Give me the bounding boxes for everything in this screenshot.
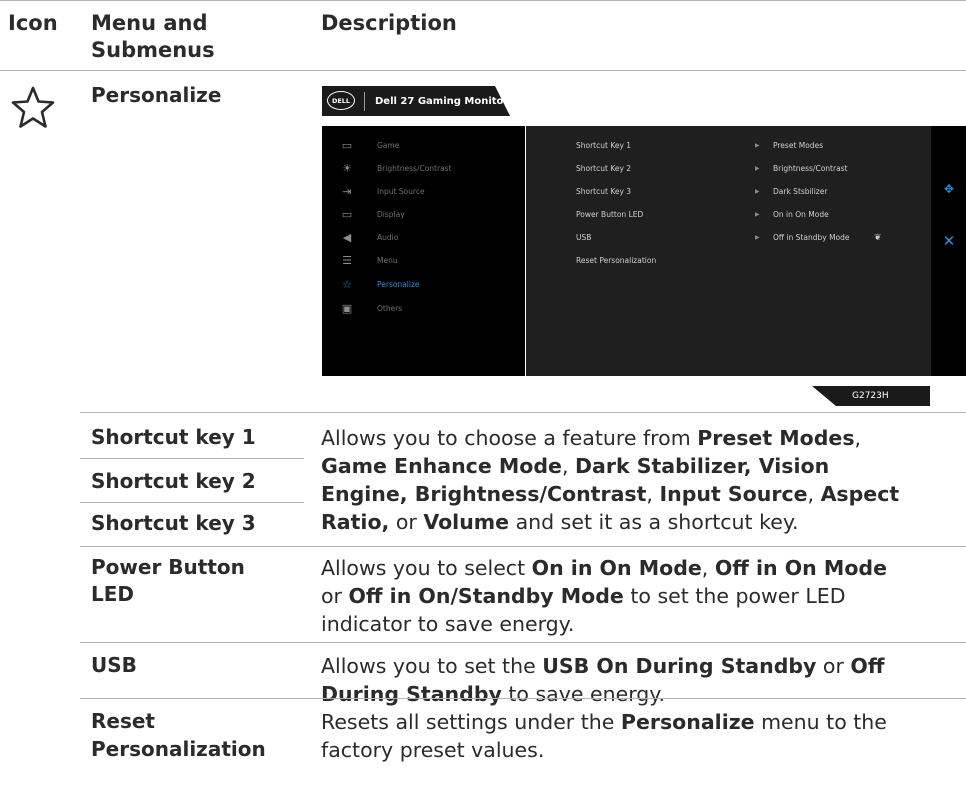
osd-submenu-label: Shortcut Key 3 bbox=[576, 187, 632, 196]
navigation-icon[interactable]: ✥ bbox=[942, 182, 956, 196]
osd-menu-label: Display bbox=[377, 210, 405, 219]
header-icon: Icon bbox=[8, 11, 58, 35]
close-icon[interactable]: ✕ bbox=[942, 233, 956, 249]
row-rule bbox=[80, 698, 966, 699]
osd-menu-label: Input Source bbox=[377, 187, 425, 196]
row-rule bbox=[80, 642, 966, 643]
chevron-right-icon: ▶ bbox=[755, 188, 760, 195]
game-icon: ▭ bbox=[341, 139, 353, 152]
osd-submenu-value: Off in Standby Mode bbox=[773, 233, 850, 242]
osd-submenu-shortcut-key-2[interactable]: Shortcut Key 2 ▶ Brightness/Contrast bbox=[526, 162, 931, 176]
power-button-led-label-line1: Power Button bbox=[91, 555, 245, 579]
osd-menu-label: Audio bbox=[377, 233, 399, 242]
osd-menu-label: Personalize bbox=[377, 280, 420, 289]
osd-submenu-value: Brightness/Contrast bbox=[773, 164, 848, 173]
reset-personalization-label-line1: Reset bbox=[91, 709, 155, 733]
osd-menu-item-personalize[interactable]: ☆ Personalize bbox=[322, 278, 525, 294]
osd-submenu-shortcut-key-3[interactable]: Shortcut Key 3 ▶ Dark Stsbilizer bbox=[526, 185, 931, 199]
osd-menu-item-input-source[interactable]: ⇥ Input Source bbox=[322, 185, 525, 201]
brightness-icon: ☀ bbox=[342, 162, 352, 175]
osd-submenu-label: Shortcut Key 1 bbox=[576, 141, 632, 150]
shortcut-key-description: Allows you to choose a feature from Pres… bbox=[321, 426, 900, 534]
osd-menu-item-menu[interactable]: ☰ Menu bbox=[322, 254, 525, 270]
header-menus-line2: Submenus bbox=[91, 38, 215, 62]
osd-submenu-value: On in On Mode bbox=[773, 210, 829, 219]
osd-menu-item-brightness[interactable]: ☀ Brightness/Contrast bbox=[322, 162, 525, 178]
row-rule bbox=[80, 546, 966, 547]
osd-submenu-label: Reset Personalization bbox=[576, 256, 657, 265]
usb-description: Allows you to set the USB On During Stan… bbox=[321, 654, 885, 706]
power-button-led-description: Allows you to select On in On Mode, Off … bbox=[321, 556, 887, 636]
osd-submenu-power-button-led[interactable]: Power Button LED ▶ On in On Mode bbox=[526, 208, 931, 222]
shortcut-key-2-label: Shortcut key 2 bbox=[91, 469, 256, 493]
osd-menu-label: Brightness/Contrast bbox=[377, 164, 452, 173]
usb-label: USB bbox=[91, 653, 137, 677]
osd-menu-item-game[interactable]: ▭ Game bbox=[322, 139, 525, 155]
osd-menu-item-audio[interactable]: ◀ Audio bbox=[322, 231, 525, 247]
osd-submenu-reset-personalization[interactable]: Reset Personalization bbox=[526, 254, 931, 268]
osd-title-divider bbox=[364, 92, 365, 111]
shortcut-key-3-label: Shortcut key 3 bbox=[91, 511, 256, 535]
others-icon: ▣ bbox=[341, 302, 353, 315]
header-menus-line1: Menu and bbox=[91, 11, 208, 35]
section-title: Personalize bbox=[91, 83, 222, 107]
osd-menu-label: Game bbox=[377, 141, 400, 150]
osd-submenu-label: USB bbox=[576, 233, 592, 242]
osd-menu-item-others[interactable]: ▣ Others bbox=[322, 302, 525, 318]
reset-personalization-label-line2: Personalization bbox=[91, 737, 266, 761]
osd-submenu-value: Dark Stsbilizer bbox=[773, 187, 828, 196]
reset-personalization-description: Resets all settings under the Personaliz… bbox=[321, 710, 887, 762]
model-name: G2723H bbox=[852, 391, 889, 401]
input-source-icon: ⇥ bbox=[342, 185, 352, 198]
osd-menu-label: Others bbox=[377, 304, 403, 313]
osd-submenu-shortcut-key-1[interactable]: Shortcut Key 1 ▶ Preset Modes bbox=[526, 139, 931, 153]
osd-submenu-label: Power Button LED bbox=[576, 210, 644, 219]
osd-title: Dell 27 Gaming Monitor bbox=[375, 96, 509, 107]
menu-icon: ☰ bbox=[342, 254, 352, 267]
star-outline-icon bbox=[8, 83, 58, 133]
power-button-led-label-line2: LED bbox=[91, 582, 135, 606]
header-description: Description bbox=[321, 11, 457, 35]
osd-menu-label: Menu bbox=[377, 256, 398, 265]
chevron-right-icon: ▶ bbox=[755, 165, 760, 172]
osd-submenu-value: Preset Modes bbox=[773, 141, 824, 150]
osd-submenu-usb[interactable]: USB ▶ Off in Standby Mode ❦ bbox=[526, 231, 931, 245]
osd-menu-item-display[interactable]: ▭ Display bbox=[322, 208, 525, 224]
shortcut-key-1-label: Shortcut key 1 bbox=[91, 425, 256, 449]
audio-icon: ◀ bbox=[342, 231, 352, 244]
chevron-right-icon: ▶ bbox=[755, 234, 760, 241]
row-rule bbox=[80, 502, 304, 503]
chevron-right-icon: ▶ bbox=[755, 142, 760, 149]
star-icon: ☆ bbox=[342, 278, 352, 291]
row-rule bbox=[80, 458, 304, 459]
dell-logo: DELL bbox=[327, 91, 355, 110]
header-rule bbox=[0, 70, 966, 71]
chevron-right-icon: ▶ bbox=[755, 211, 760, 218]
top-rule bbox=[0, 0, 966, 1]
leaf-icon: ❦ bbox=[874, 233, 882, 243]
osd-nav-panel bbox=[931, 126, 966, 376]
display-icon: ▭ bbox=[341, 208, 353, 221]
osd-submenu-label: Shortcut Key 2 bbox=[576, 164, 632, 173]
row-rule bbox=[80, 412, 966, 413]
